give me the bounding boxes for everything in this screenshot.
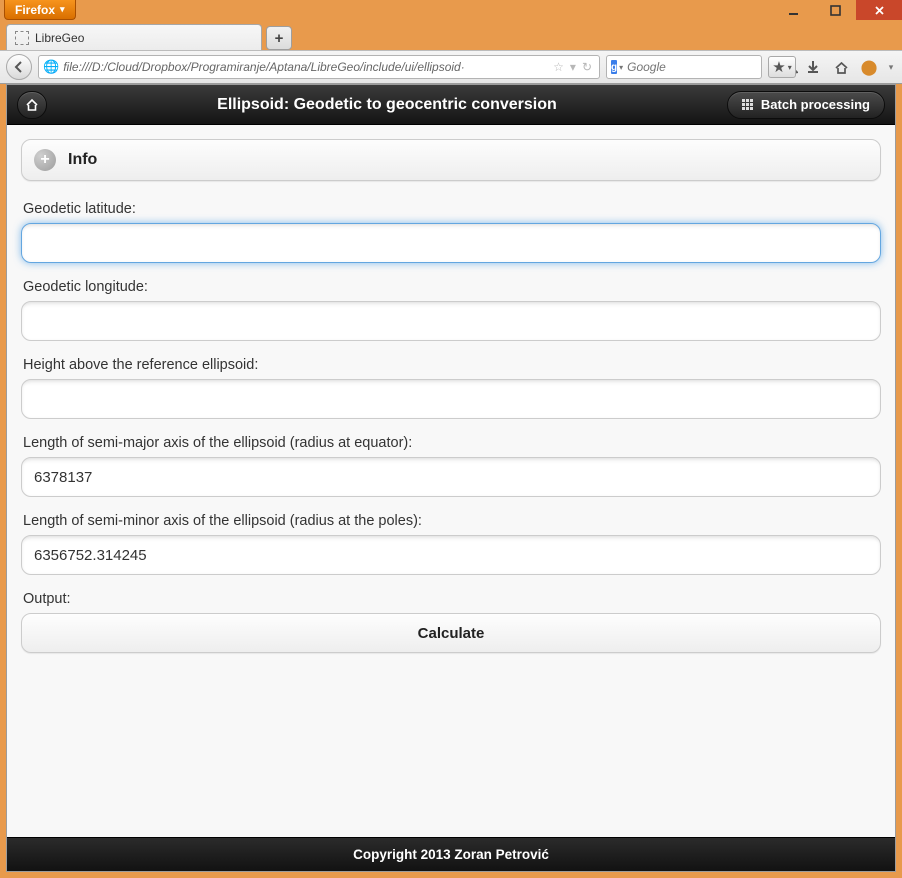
window-frame: Firefox ▾ LibreGeo + 🌐 ☆ ▾ ↻ g ▾ <box>0 0 902 878</box>
search-engine-icon[interactable]: g <box>611 60 617 74</box>
url-bar[interactable]: 🌐 ☆ ▾ ↻ <box>38 55 600 79</box>
app-footer: Copyright 2013 Zoran Petrović <box>7 837 895 871</box>
bookmark-button[interactable]: ★▾ <box>768 56 796 78</box>
home-button[interactable] <box>830 56 852 78</box>
tab-favicon <box>15 31 29 45</box>
reload-icon[interactable]: ↻ <box>582 60 592 74</box>
output-label: Output: <box>23 591 881 607</box>
lat-label: Geodetic latitude: <box>23 201 881 217</box>
dropdown-triangle-icon: ▾ <box>60 4 65 15</box>
info-label: Info <box>68 151 97 169</box>
height-label: Height above the reference ellipsoid: <box>23 357 881 373</box>
firefox-menu-label: Firefox <box>15 3 55 17</box>
tab-strip: LibreGeo + <box>0 20 902 50</box>
semimajor-label: Length of semi-major axis of the ellipso… <box>23 435 881 451</box>
app-home-button[interactable] <box>17 91 47 119</box>
grid-icon <box>742 99 753 110</box>
back-arrow-icon <box>12 60 26 74</box>
browser-tab[interactable]: LibreGeo <box>6 24 262 50</box>
page-title: Ellipsoid: Geodetic to geocentric conver… <box>47 96 727 114</box>
new-tab-button[interactable]: + <box>266 26 292 50</box>
copyright-text: Copyright 2013 Zoran Petrović <box>353 847 549 862</box>
feed-icon[interactable]: ☆ <box>553 60 564 74</box>
home-icon <box>25 98 39 112</box>
search-bar[interactable]: g ▾ 🔍 <box>606 55 762 79</box>
nav-toolbar: 🌐 ☆ ▾ ↻ g ▾ 🔍 ★▾ ⬤ ▾ <box>0 50 902 84</box>
back-button[interactable] <box>6 54 32 80</box>
downloads-button[interactable] <box>802 56 824 78</box>
lon-input[interactable] <box>21 301 881 341</box>
minimize-button[interactable] <box>772 0 814 20</box>
height-input[interactable] <box>21 379 881 419</box>
search-input[interactable] <box>627 60 784 74</box>
firefox-menu-button[interactable]: Firefox ▾ <box>4 0 76 20</box>
dropdown-icon[interactable]: ▾ <box>570 60 576 74</box>
calculate-button[interactable]: Calculate <box>21 613 881 653</box>
search-engine-dropdown-icon[interactable]: ▾ <box>619 63 623 72</box>
app-body: + Info Geodetic latitude: Geodetic longi… <box>7 125 895 837</box>
close-button[interactable] <box>856 0 902 20</box>
lon-label: Geodetic longitude: <box>23 279 881 295</box>
tab-title: LibreGeo <box>35 31 84 45</box>
page-viewport: Ellipsoid: Geodetic to geocentric conver… <box>6 84 896 872</box>
semimajor-input[interactable] <box>21 457 881 497</box>
maximize-button[interactable] <box>814 0 856 20</box>
plus-icon: + <box>34 149 56 171</box>
globe-icon: 🌐 <box>43 59 59 75</box>
toolbar-menu-dropdown-icon[interactable]: ▾ <box>886 56 896 78</box>
window-controls <box>772 0 902 20</box>
batch-processing-button[interactable]: Batch processing <box>727 91 885 119</box>
batch-label: Batch processing <box>761 97 870 112</box>
url-input[interactable] <box>63 60 550 74</box>
titlebar: Firefox ▾ <box>0 0 902 20</box>
semiminor-input[interactable] <box>21 535 881 575</box>
lat-input[interactable] <box>21 223 881 263</box>
semiminor-label: Length of semi-minor axis of the ellipso… <box>23 513 881 529</box>
addon-button[interactable]: ⬤ <box>858 56 880 78</box>
info-collapsible[interactable]: + Info <box>21 139 881 181</box>
app-header: Ellipsoid: Geodetic to geocentric conver… <box>7 85 895 125</box>
